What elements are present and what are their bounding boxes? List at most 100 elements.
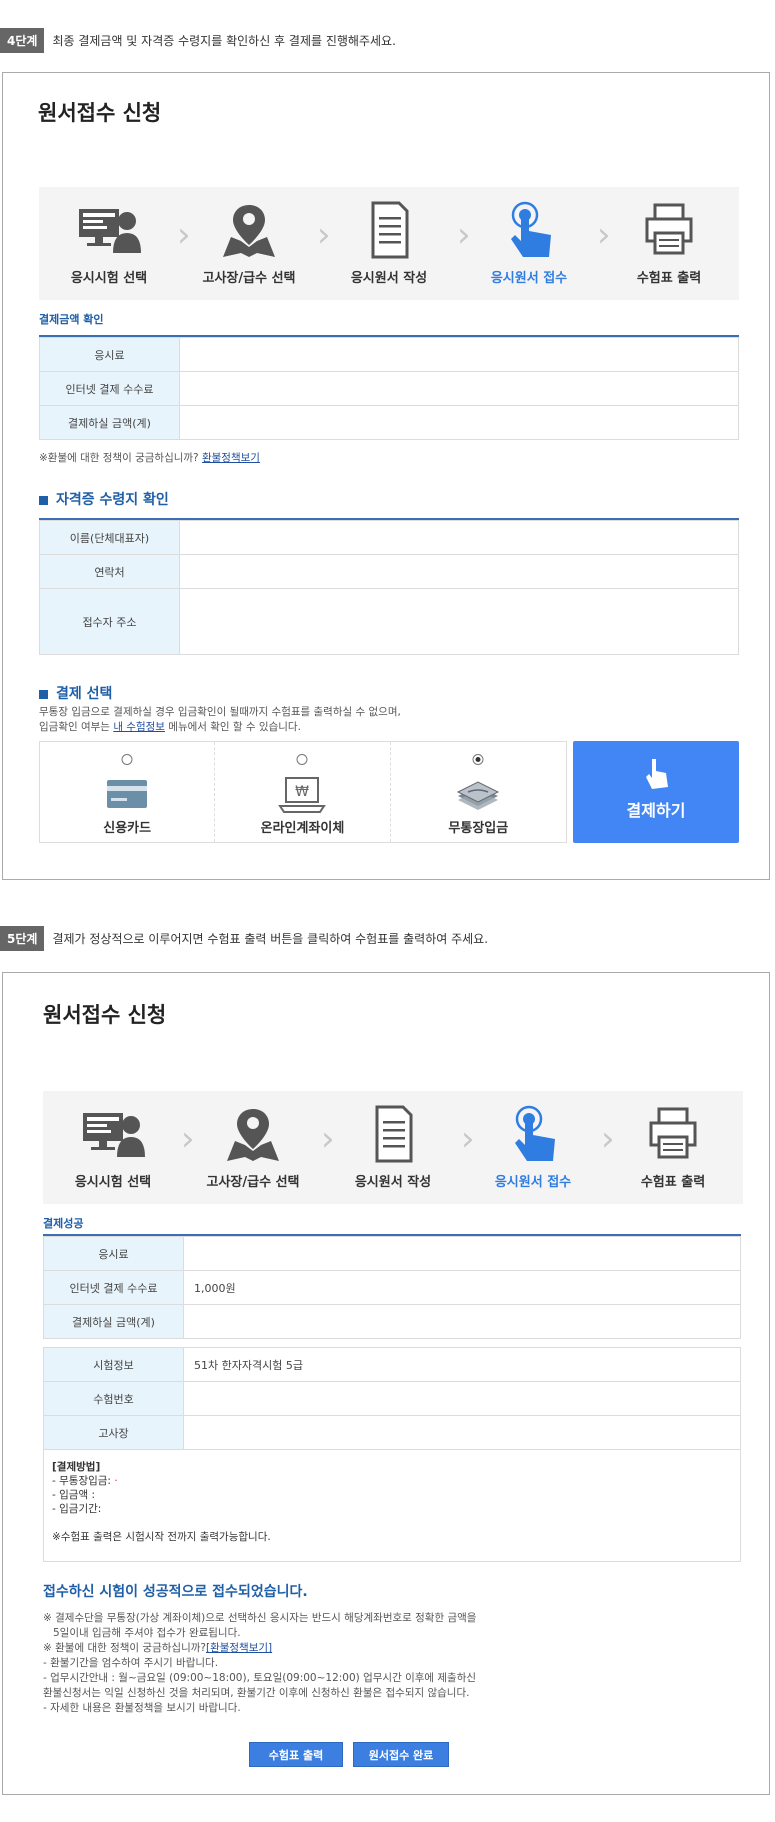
progress-step-write-form: 응시원서 작성 xyxy=(323,1091,463,1204)
notice-block: ※ 결제수단을 무통장(가상 계좌이체)으로 선택하신 응시자는 반드시 해당계… xyxy=(43,1611,743,1716)
progress-step-select-exam: 응시시험 선택 xyxy=(43,1091,183,1204)
row-label: 결제하실 금액(계) xyxy=(43,1304,184,1339)
hand-pointer-icon xyxy=(515,1105,555,1161)
complete-application-button[interactable]: 원서접수 완료 xyxy=(353,1742,449,1767)
step5-title: 원서접수 신청 xyxy=(43,1003,167,1027)
progress-label: 응시원서 작성 xyxy=(354,1175,432,1190)
payment-options: 신용카드 ₩ 온라인계좌이체 무통장입금 xyxy=(39,741,567,843)
row-label: 연락처 xyxy=(39,554,180,589)
step4-header: 4단계 최종 결제금액 및 자격증 수령지를 확인하신 후 결제를 진행해주세요… xyxy=(0,28,396,53)
step5-progress: 응시시험 선택 고사장/급수 선택 응시원서 작성 응시원서 접수 수험표 출력… xyxy=(43,1091,743,1204)
pay-select-title: 결제 선택 xyxy=(39,683,112,703)
row-label: 고사장 xyxy=(43,1415,184,1450)
document-icon xyxy=(371,201,409,259)
row-label: 인터넷 결제 수수료 xyxy=(39,371,180,406)
hand-pointer-icon xyxy=(511,201,551,257)
refund-note-text: ※환불에 대한 정책이 궁금하십니까? xyxy=(39,452,199,464)
refund-policy-link[interactable]: 환불정책보기 xyxy=(202,452,260,464)
progress-label: 응시원서 작성 xyxy=(350,271,428,286)
document-icon xyxy=(375,1105,413,1163)
notice-line: 환불신청서는 익일 신청하신 것을 처리되며, 환불기간 이후에 신청하신 환불… xyxy=(43,1687,470,1699)
row-label: 이름(단체대표자) xyxy=(39,520,180,555)
step5-header: 5단계 결제가 정상적으로 이루어지면 수험표 출력 버튼을 클릭하여 수험표를… xyxy=(0,926,488,951)
chevron-right-icon: › xyxy=(181,1119,195,1159)
table-row: 접수자 주소 xyxy=(39,588,739,655)
print-ticket-button[interactable]: 수험표 출력 xyxy=(249,1742,343,1767)
payment-table: 응시료 인터넷 결제 수수료 결제하실 금액(계) xyxy=(39,337,739,440)
pay-option-transfer[interactable]: ₩ 온라인계좌이체 xyxy=(215,742,391,842)
chevron-right-icon: › xyxy=(461,1119,475,1159)
method-line: - 무통장입금: · xyxy=(52,1474,732,1488)
progress-step-select-exam: 응시시험 선택 xyxy=(39,187,179,300)
cert-section-label: 자격증 수령지 확인 xyxy=(56,492,169,508)
row-value xyxy=(179,520,739,555)
radio-deposit-selected[interactable] xyxy=(472,754,484,765)
notice-line: 5일이내 입금해 주셔야 접수가 완료됩니다. xyxy=(53,1627,241,1639)
row-label: 응시료 xyxy=(39,337,180,372)
chevron-right-icon: › xyxy=(321,1119,335,1159)
step4-title: 원서접수 신청 xyxy=(38,101,162,125)
pay-select-label: 결제 선택 xyxy=(56,686,113,702)
notice-line: - 자세한 내용은 환불정책을 보시기 바랍니다. xyxy=(43,1702,241,1714)
chevron-right-icon: › xyxy=(597,215,611,255)
progress-step-print: 수험표 출력 xyxy=(603,1091,743,1204)
row-label: 결제하실 금액(계) xyxy=(39,405,180,440)
notice-line: ※ 환불에 대한 정책이 궁금하십니까?[환불정책보기] xyxy=(43,1641,743,1656)
radio-transfer[interactable] xyxy=(296,754,308,765)
pay-button[interactable]: 결제하기 xyxy=(573,741,739,843)
pay-note-line-1: 무통장 입금으로 결제하실 경우 입금확인이 될때까지 수험표를 출력하실 수 … xyxy=(39,706,401,718)
cert-section-title: 자격증 수령지 확인 xyxy=(39,489,169,509)
table-row: 인터넷 결제 수수료 1,000원 xyxy=(43,1270,741,1305)
table-row: 응시료 xyxy=(43,1236,741,1271)
progress-label: 응시원서 접수 xyxy=(494,1175,572,1190)
exam-info-table: 시험정보 51차 한자자격시험 5급 수험번호 고사장 xyxy=(43,1347,741,1450)
progress-step-select-site: 고사장/급수 선택 xyxy=(179,187,319,300)
table-row: 시험정보 51차 한자자격시험 5급 xyxy=(43,1347,741,1382)
step5-description: 결제가 정상적으로 이루어지면 수험표 출력 버튼을 클릭하여 수험표를 출력하… xyxy=(52,932,489,946)
step4-badge: 4단계 xyxy=(0,28,45,53)
table-row: 결제하실 금액(계) xyxy=(43,1304,741,1339)
radio-card[interactable] xyxy=(121,754,133,765)
row-label: 접수자 주소 xyxy=(39,588,180,655)
chevron-right-icon: › xyxy=(317,215,331,255)
my-exam-info-link[interactable]: 내 수험정보 xyxy=(113,721,165,733)
refund-note: ※환불에 대한 정책이 궁금하십니까? 환불정책보기 xyxy=(39,451,260,466)
svg-text:₩: ₩ xyxy=(296,784,310,800)
progress-label: 수험표 출력 xyxy=(636,271,702,286)
progress-step-submit: 응시원서 접수 xyxy=(459,187,599,300)
row-value xyxy=(183,1415,741,1450)
progress-label: 수험표 출력 xyxy=(640,1175,706,1190)
pay-option-label: 무통장입금 xyxy=(448,821,509,836)
pay-option-label: 온라인계좌이체 xyxy=(260,821,345,836)
row-label: 수험번호 xyxy=(43,1381,184,1416)
chevron-right-icon: › xyxy=(177,215,191,255)
payment-success-title: 결제성공 xyxy=(43,1217,84,1230)
progress-label: 응시시험 선택 xyxy=(74,1175,152,1190)
row-label: 시험정보 xyxy=(43,1347,184,1382)
progress-step-print: 수험표 출력 xyxy=(599,187,739,300)
refund-note-text: ※ 환불에 대한 정책이 궁금하십니까? xyxy=(43,1642,206,1654)
notice-line: - 환불기간을 엄수하여 주시기 바랍니다. xyxy=(43,1657,219,1669)
pay-option-card[interactable]: 신용카드 xyxy=(40,742,216,842)
progress-label: 응시원서 접수 xyxy=(490,271,568,286)
row-value xyxy=(179,337,739,372)
row-label: 응시료 xyxy=(43,1236,184,1271)
pay-option-deposit[interactable]: 무통장입금 xyxy=(391,742,566,842)
pay-note-text-b: 메뉴에서 확인 할 수 있습니다. xyxy=(168,721,301,733)
method-line-text: - 무통장입금: xyxy=(52,1475,115,1487)
printer-icon xyxy=(649,1107,697,1159)
notice-line: - 업무시간안내 : 월~금요일 (09:00~18:00), 토요일(09:0… xyxy=(43,1672,477,1684)
progress-label: 고사장/급수 선택 xyxy=(206,1175,300,1190)
pay-note-text-a: 입금확인 여부는 xyxy=(39,721,110,733)
row-value: 51차 한자자격시험 5급 xyxy=(183,1347,741,1382)
progress-step-write-form: 응시원서 작성 xyxy=(319,187,459,300)
progress-label: 고사장/급수 선택 xyxy=(202,271,296,286)
step5-badge: 5단계 xyxy=(0,926,45,951)
monitor-user-icon xyxy=(83,1113,145,1157)
print-note: ※수험표 출력은 시험시작 전까지 출력가능합니다. xyxy=(52,1531,271,1543)
square-bullet-icon xyxy=(39,495,48,505)
step5-panel: 원서접수 신청 응시시험 선택 고사장/급수 선택 응시원서 작성 응시원서 접… xyxy=(2,972,770,1795)
pay-note-line-2: 입금확인 여부는 내 수험정보 메뉴에서 확인 할 수 있습니다. xyxy=(39,720,401,735)
row-value xyxy=(179,588,739,655)
refund-policy-link[interactable]: [환불정책보기] xyxy=(206,1642,272,1654)
